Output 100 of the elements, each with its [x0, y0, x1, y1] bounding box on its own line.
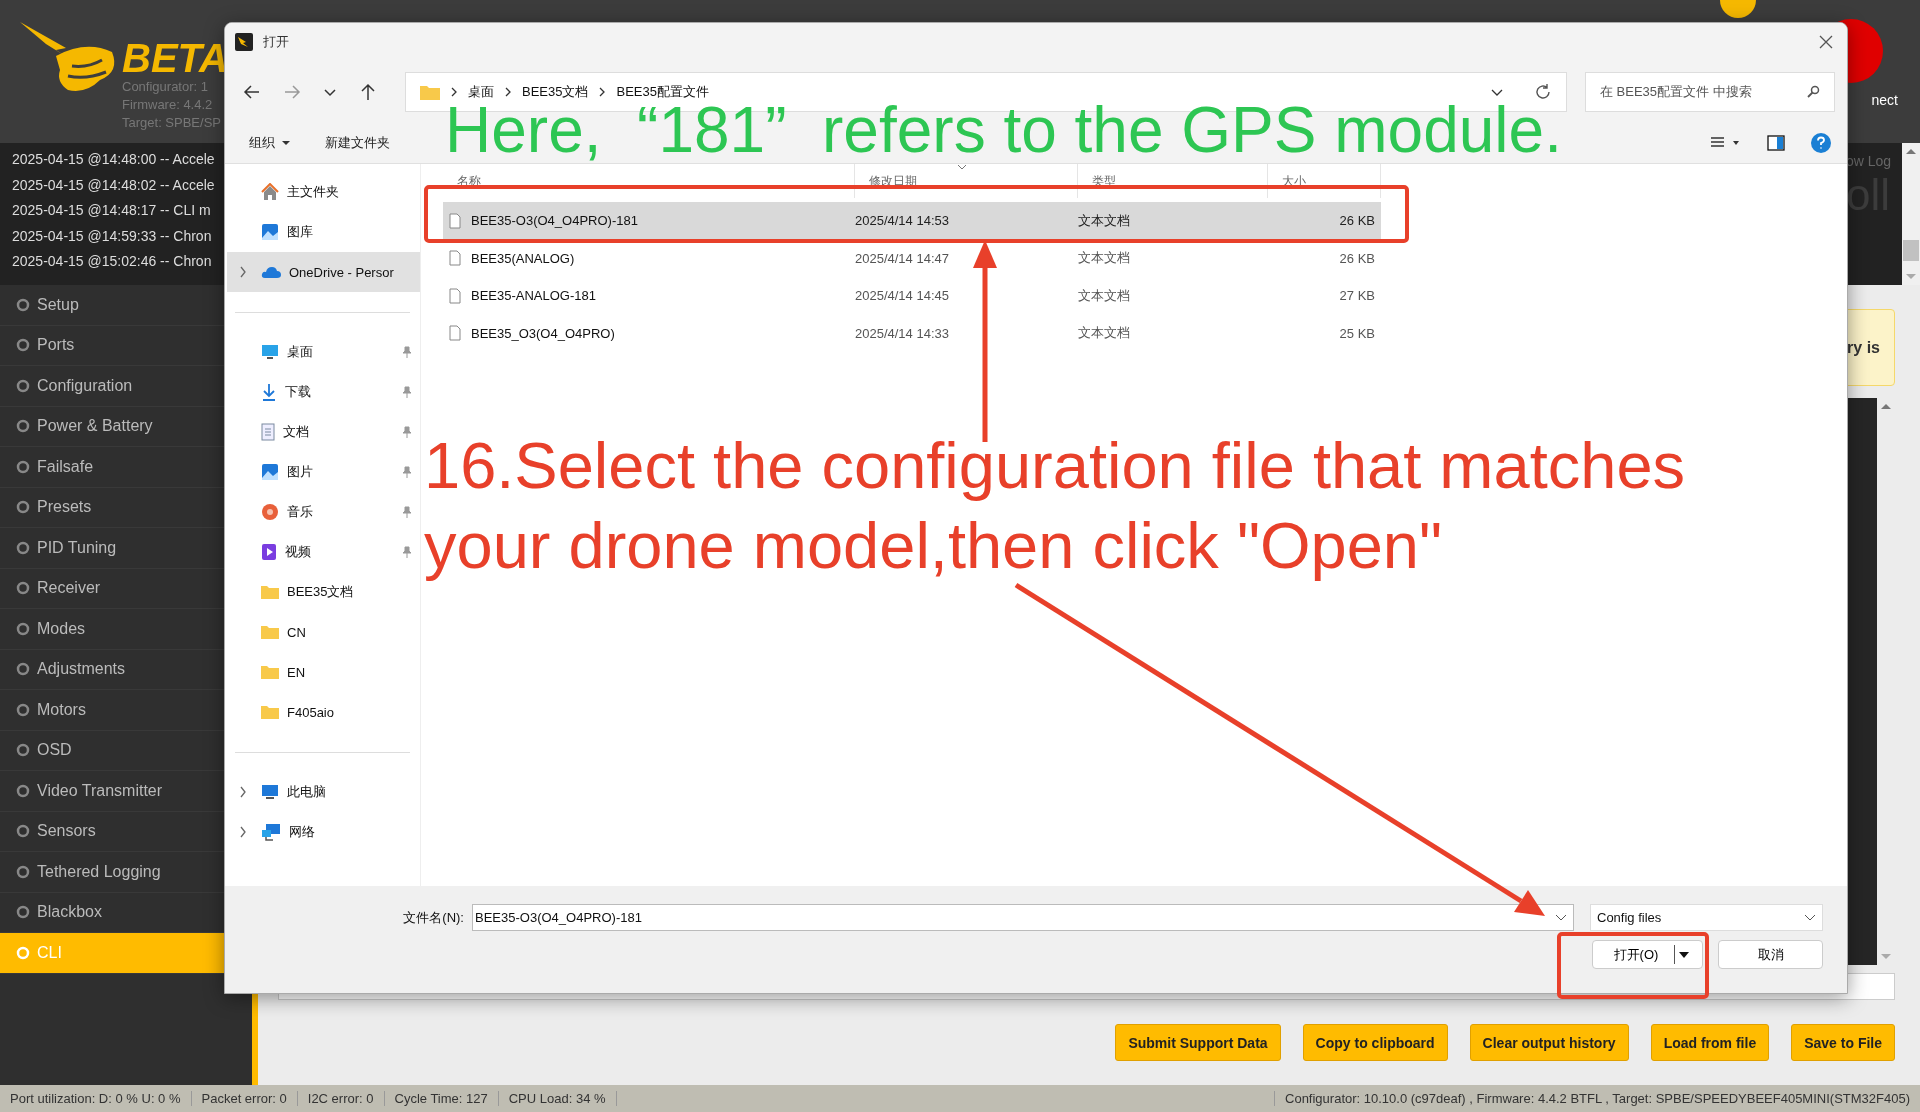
scrollbar[interactable]	[1902, 143, 1920, 285]
status-item: Packet error: 0	[191, 1091, 298, 1106]
file-row[interactable]: BEE35-ANALOG-181 2025/4/14 14:45 文本文档 27 KB	[443, 277, 1381, 315]
file-type: 文本文档	[1078, 211, 1131, 230]
nav-item[interactable]: 图库	[227, 212, 420, 252]
breadcrumb[interactable]: 桌面	[468, 83, 494, 101]
file-size: 27 KB	[1338, 288, 1376, 304]
breadcrumb[interactable]: BEE35文档	[522, 83, 589, 101]
dot-icon	[16, 662, 30, 677]
close-icon[interactable]	[1819, 35, 1833, 49]
action-button[interactable]: Copy to clipboard	[1302, 1024, 1448, 1061]
dot-icon	[16, 419, 30, 434]
file-size: 26 KB	[1338, 250, 1376, 266]
pin-icon[interactable]	[402, 466, 412, 478]
dot-icon	[16, 297, 30, 312]
folder-icon	[261, 665, 279, 679]
folder-icon	[261, 585, 279, 599]
pin-icon[interactable]	[402, 546, 412, 558]
organize-menu[interactable]: 组织	[245, 132, 295, 154]
play-icon	[261, 543, 277, 561]
connect-label[interactable]: nect	[1871, 92, 1898, 108]
chevron-right-icon[interactable]	[239, 826, 247, 838]
logo-text: BETA	[122, 38, 228, 78]
nav-item[interactable]: OneDrive - Persor	[227, 252, 420, 292]
pin-icon[interactable]	[402, 426, 412, 438]
dot-icon	[16, 702, 30, 717]
status-item: I2C error: 0	[297, 1091, 385, 1106]
up-icon[interactable]	[359, 83, 377, 101]
preview-pane-icon[interactable]	[1767, 135, 1785, 151]
action-button[interactable]: Clear output history	[1469, 1024, 1629, 1061]
dot-icon	[16, 864, 30, 879]
folder-icon	[420, 84, 440, 100]
refresh-icon[interactable]	[1534, 83, 1552, 101]
help-icon[interactable]	[1811, 133, 1831, 153]
file-row[interactable]: BEE35(ANALOG) 2025/4/14 14:47 文本文档 26 KB	[443, 239, 1381, 277]
file-name: BEE35(ANALOG)	[471, 250, 575, 266]
document-icon	[449, 212, 461, 229]
nav-item[interactable]: 主文件夹	[227, 172, 420, 212]
file-type: 文本文档	[1078, 286, 1131, 305]
breadcrumb[interactable]: BEE35配置文件	[616, 83, 709, 101]
dot-icon	[16, 783, 30, 798]
forward-icon[interactable]	[283, 83, 301, 101]
file-date: 2025/4/14 14:33	[855, 325, 950, 341]
file-type-dropdown[interactable]: Config files	[1590, 904, 1823, 931]
file-name: BEE35-ANALOG-181	[471, 288, 596, 304]
search-field[interactable]: 在 BEE35配置文件 中搜索	[1585, 72, 1835, 112]
list-view-icon[interactable]	[1711, 136, 1741, 150]
picture-icon	[261, 463, 279, 481]
action-button[interactable]: Load from file	[1650, 1024, 1770, 1061]
chevron-down-icon[interactable]	[1555, 913, 1567, 922]
file-name-field[interactable]: BEE35-O3(O4_O4PRO)-181	[472, 904, 1574, 931]
pin-icon[interactable]	[402, 506, 412, 518]
caret-icon[interactable]	[281, 140, 291, 146]
picture-icon	[261, 223, 279, 241]
file-type: 文本文档	[1078, 249, 1131, 268]
dot-icon	[16, 581, 30, 596]
document-icon	[449, 287, 461, 304]
status-item: Port utilization: D: 0 % U: 0 %	[0, 1091, 192, 1106]
pin-icon[interactable]	[402, 346, 412, 358]
sort-icon	[957, 164, 967, 170]
file-row[interactable]: BEE35-O3(O4_O4PRO)-181 2025/4/14 14:53 文本文档 26 KB	[443, 202, 1381, 240]
download-icon	[261, 383, 277, 401]
file-row[interactable]: BEE35_O3(O4_O4PRO) 2025/4/14 14:33 文本文档 25 KB	[443, 314, 1381, 352]
file-size: 26 KB	[1338, 213, 1376, 229]
new-folder-button[interactable]: 新建文件夹	[321, 132, 394, 154]
cancel-button[interactable]: 取消	[1718, 940, 1823, 969]
dot-icon	[16, 945, 30, 960]
back-icon[interactable]	[243, 83, 261, 101]
monitor-icon	[261, 784, 279, 800]
chevron-right-icon[interactable]	[239, 786, 247, 798]
log-line: 2025-04-15 @14:48:02 -- Accele	[12, 175, 215, 195]
chevron-right-icon[interactable]	[239, 266, 247, 278]
cloud-icon	[261, 265, 281, 279]
document-icon	[449, 325, 461, 342]
search-icon	[1806, 85, 1820, 99]
dot-icon	[16, 743, 30, 758]
caret-icon[interactable]	[1679, 951, 1690, 958]
pin-icon[interactable]	[402, 386, 412, 398]
status-item: Cycle Time: 127	[384, 1091, 499, 1106]
log-line: 2025-04-15 @15:02:46 -- Chron	[12, 252, 212, 271]
log-line: 2025-04-15 @14:59:33 -- Chron	[12, 226, 212, 246]
disc-icon	[261, 503, 279, 521]
chevron-down-icon	[1804, 913, 1816, 922]
file-size: 25 KB	[1338, 325, 1376, 341]
house-icon	[261, 183, 279, 201]
status-item: Configurator: 10.10.0 (c97deaf) , Firmware: 4.4.2 BTFL , Target: SPBE/SPEEDYBEEF405MINI(STM32F405)	[1274, 1091, 1920, 1106]
dot-icon	[16, 824, 30, 839]
version-info: Configurator: 1	[122, 78, 208, 96]
version-info: Firmware: 4.4.2	[122, 96, 213, 114]
monitor-icon	[261, 344, 279, 360]
open-button[interactable]: 打开(O)	[1592, 940, 1703, 969]
action-button[interactable]: Save to File	[1791, 1024, 1895, 1061]
dot-icon	[16, 338, 30, 353]
file-date: 2025/4/14 14:45	[855, 288, 950, 304]
annotation-instruction: 16.Select the configuration file that matches your drone model,then click "Open"	[424, 428, 1686, 584]
network-icon	[261, 823, 281, 841]
action-button[interactable]: Submit Support Data	[1115, 1024, 1281, 1061]
status-item: CPU Load: 34 %	[498, 1091, 617, 1106]
dot-icon	[16, 540, 30, 555]
dot-icon	[16, 500, 30, 515]
